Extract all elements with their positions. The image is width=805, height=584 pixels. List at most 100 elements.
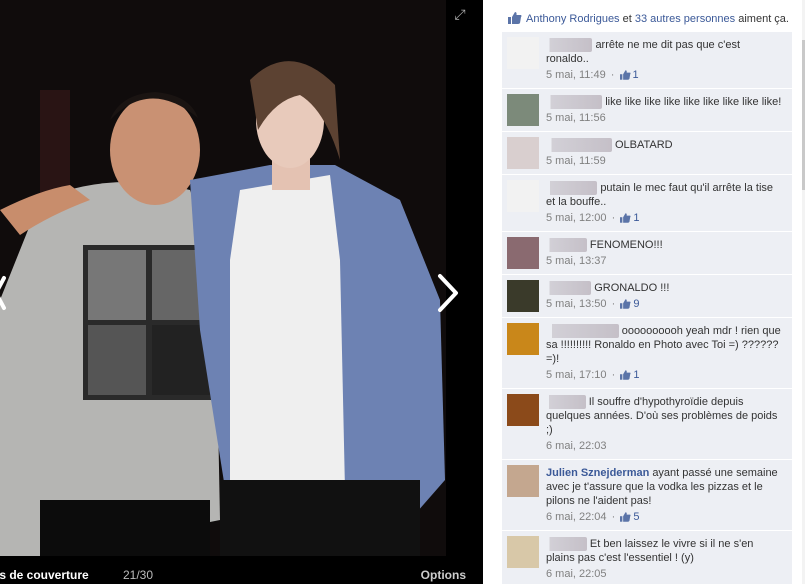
like-count-value: 1 xyxy=(633,212,640,224)
comment-item: Angelic·········oooooooooh yeah mdr ! ri… xyxy=(502,318,792,389)
comment-text-block: Kozpa·········OLBATARD xyxy=(546,138,784,152)
album-title-link[interactable]: tos de couverture xyxy=(0,568,89,582)
meta-separator: · xyxy=(608,511,619,523)
comment-meta: 5 mai, 17:10 · 1 xyxy=(546,368,784,382)
meta-separator: · xyxy=(608,298,619,310)
comment-timestamp[interactable]: 6 mai, 22:05 xyxy=(546,568,607,580)
comment-author-link[interactable]: Angelic········· xyxy=(546,324,619,338)
thumbs-up-icon xyxy=(508,12,522,24)
like-count-value: 5 xyxy=(633,511,640,523)
like-count-value: 1 xyxy=(632,69,639,81)
photo-stage: ⤢ tos de couverture 21/30 Options xyxy=(0,0,483,584)
comment-text-block: C·········FENOMENO!!! xyxy=(546,238,784,252)
comment-author-link[interactable]: Julien Sznejderman xyxy=(546,467,649,479)
commenter-avatar[interactable] xyxy=(507,280,539,312)
comment-like-count[interactable]: 9 xyxy=(620,298,639,310)
comment-like-count[interactable]: 1 xyxy=(620,212,639,224)
thumbs-up-icon xyxy=(620,370,631,380)
comment-text-block: M·········icputain le mec faut qu'il arr… xyxy=(546,181,784,209)
like-count-value: 1 xyxy=(633,369,640,381)
comment-item: M·········icputain le mec faut qu'il arr… xyxy=(502,175,792,232)
commenter-avatar[interactable] xyxy=(507,37,539,69)
comment-meta: 5 mai, 11:56 xyxy=(546,111,784,125)
comment-author-link[interactable]: L········· xyxy=(546,395,586,409)
comment-timestamp[interactable]: 6 mai, 22:03 xyxy=(546,440,607,452)
thumbs-up-icon xyxy=(620,299,631,309)
comment-meta: 5 mai, 12:00 · 1 xyxy=(546,211,784,225)
likes-connector: et xyxy=(622,13,632,25)
comment-body: GRONALDO !!! xyxy=(594,282,670,294)
like-count-value: 9 xyxy=(633,298,640,310)
comment-author-link[interactable]: A········· xyxy=(546,537,587,551)
comment-meta: 5 mai, 11:59 xyxy=(546,154,784,168)
photo-counter: 21/30 xyxy=(123,568,154,582)
comment-author-link[interactable]: Kozpa········· xyxy=(546,138,612,152)
comment-like-count[interactable]: 1 xyxy=(619,69,639,81)
comment-like-count[interactable]: 5 xyxy=(620,511,639,523)
comment-item: L·········Il souffre d'hypothyroïdie dep… xyxy=(502,389,792,460)
comment-item: A·········Et ben laissez le vivre si il … xyxy=(502,531,792,584)
commenter-avatar[interactable] xyxy=(507,137,539,169)
comment-meta: 5 mai, 13:50 · 9 xyxy=(546,297,784,311)
comment-body: FENOMENO!!! xyxy=(589,239,663,251)
thumbs-up-icon xyxy=(620,213,631,223)
comment-item: Julien Sznejderman ayant passé une semain… xyxy=(502,460,792,531)
chevron-left-icon xyxy=(0,276,6,310)
comment-timestamp[interactable]: 5 mai, 13:37 xyxy=(546,255,607,267)
comment-text-block: A·········Et ben laissez le vivre si il … xyxy=(546,537,784,565)
comment-text-block: Julien Sznejderman ayant passé une semain… xyxy=(546,466,784,508)
comment-author-link[interactable]: C········· xyxy=(546,238,587,252)
expand-icon[interactable]: ⤢ xyxy=(452,6,468,22)
previous-photo-button[interactable] xyxy=(0,268,8,318)
comment-item: C·········FENOMENO!!! 5 mai, 13:37 xyxy=(502,232,792,275)
thumbs-up-icon xyxy=(620,512,631,522)
comment-body: OLBATARD xyxy=(614,139,673,151)
comment-meta: 6 mai, 22:03 xyxy=(546,439,784,453)
comment-author-link[interactable]: M·········ic xyxy=(546,181,598,195)
comment-timestamp[interactable]: 5 mai, 13:50 xyxy=(546,298,607,310)
chevron-right-icon xyxy=(438,274,458,312)
likes-suffix: aiment ça. xyxy=(738,13,789,25)
comment-text-block: D·········viclike like like like like li… xyxy=(546,95,784,109)
comment-timestamp[interactable]: 5 mai, 11:59 xyxy=(546,155,606,167)
commenter-avatar[interactable] xyxy=(507,536,539,568)
commenter-avatar[interactable] xyxy=(507,323,539,355)
comment-text-block: Dr·········GRONALDO !!! xyxy=(546,281,784,295)
comment-item: Dr·········GRONALDO !!! 5 mai, 13:50 · 9 xyxy=(502,275,792,318)
comment-author-link[interactable]: Pa········· xyxy=(546,38,593,52)
comment-author-link[interactable]: Dr········· xyxy=(546,281,592,295)
commenter-avatar[interactable] xyxy=(507,237,539,269)
comment-meta: 5 mai, 11:49 · 1 xyxy=(546,68,784,82)
photo-footer-bar: tos de couverture 21/30 Options xyxy=(0,556,483,584)
other-likers-link[interactable]: 33 autres personnes xyxy=(635,13,735,25)
comment-text-block: Pa·········arrête ne me dit pas que c'es… xyxy=(546,38,784,66)
comment-item: Kozpa·········OLBATARD 5 mai, 11:59 xyxy=(502,132,792,175)
comment-meta: 5 mai, 13:37 xyxy=(546,254,784,268)
comment-timestamp[interactable]: 5 mai, 12:00 xyxy=(546,212,607,224)
comment-timestamp[interactable]: 5 mai, 17:10 xyxy=(546,369,607,381)
photo-image[interactable] xyxy=(0,0,446,556)
next-photo-button[interactable] xyxy=(432,268,466,318)
commenter-avatar[interactable] xyxy=(507,394,539,426)
thumbs-up-icon xyxy=(619,70,631,80)
likes-summary: Anthony Rodrigues et 33 autres personnes… xyxy=(508,12,789,25)
comments-panel: Anthony Rodrigues et 33 autres personnes… xyxy=(483,0,805,584)
comment-timestamp[interactable]: 6 mai, 22:04 xyxy=(546,511,607,523)
comment-timestamp[interactable]: 5 mai, 11:56 xyxy=(546,112,606,124)
meta-separator: · xyxy=(608,369,619,381)
meta-separator: · xyxy=(607,69,618,81)
commenter-avatar[interactable] xyxy=(507,180,539,212)
liker-name-link[interactable]: Anthony Rodrigues xyxy=(526,13,620,25)
comment-item: Pa·········arrête ne me dit pas que c'es… xyxy=(502,32,792,89)
comment-author-link[interactable]: D·········vic xyxy=(546,95,603,109)
commenter-avatar[interactable] xyxy=(507,465,539,497)
comment-like-count[interactable]: 1 xyxy=(620,369,639,381)
meta-separator: · xyxy=(608,212,619,224)
comments-list: Pa·········arrête ne me dit pas que c'es… xyxy=(502,32,792,584)
comment-meta: 6 mai, 22:05 xyxy=(546,567,784,581)
comment-meta: 6 mai, 22:04 · 5 xyxy=(546,510,784,524)
comment-text-block: L·········Il souffre d'hypothyroïdie dep… xyxy=(546,395,784,437)
commenter-avatar[interactable] xyxy=(507,94,539,126)
comment-timestamp[interactable]: 5 mai, 11:49 xyxy=(546,69,606,81)
options-button[interactable]: Options xyxy=(421,568,466,582)
